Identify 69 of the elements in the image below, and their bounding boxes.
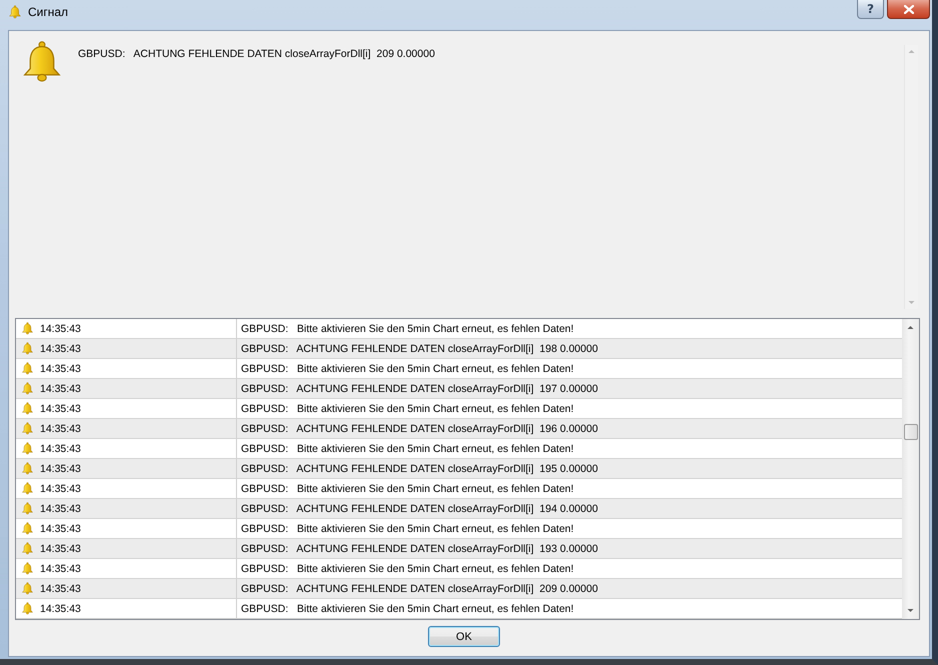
scrollbar-thumb[interactable] <box>904 424 918 440</box>
log-row[interactable]: 14:35:43 GBPUSD: ACHTUNG FEHLENDE DATEN closeArrayForDll[i] 195 0.00000 <box>16 459 902 479</box>
bell-icon <box>21 342 34 355</box>
log-row[interactable]: 14:35:43 GBPUSD: Bitte aktivieren Sie den 5min Chart erneut, es fehlen Daten! <box>16 439 902 459</box>
bell-icon <box>21 362 34 375</box>
log-message: GBPUSD: Bitte aktivieren Sie den 5min Chart erneut, es fehlen Daten! <box>240 602 575 616</box>
bell-icon <box>21 402 34 415</box>
log-row[interactable]: 14:35:43 GBPUSD: Bitte aktivieren Sie den 5min Chart erneut, es fehlen Daten! <box>16 519 902 539</box>
log-message: GBPUSD: Bitte aktivieren Sie den 5min Chart erneut, es fehlen Daten! <box>240 482 575 496</box>
log-message: GBPUSD: ACHTUNG FEHLENDE DATEN closeArrayForDll[i] 209 0.00000 <box>240 582 599 596</box>
window-title: Сигнал <box>28 5 68 19</box>
log-time: 14:35:43 <box>40 402 81 416</box>
log-time: 14:35:43 <box>40 602 81 616</box>
log-row[interactable]: 14:35:43 GBPUSD: Bitte aktivieren Sie den 5min Chart erneut, es fehlen Daten! <box>16 599 902 619</box>
log-message: GBPUSD: ACHTUNG FEHLENDE DATEN closeArrayForDll[i] 195 0.00000 <box>240 462 599 476</box>
bell-icon <box>21 522 34 535</box>
log-row[interactable]: 14:35:43 GBPUSD: ACHTUNG FEHLENDE DATEN closeArrayForDll[i] 198 0.00000 <box>16 339 902 359</box>
help-button[interactable]: ? <box>857 0 884 19</box>
log-time: 14:35:43 <box>40 502 81 516</box>
log-message: GBPUSD: Bitte aktivieren Sie den 5min Chart erneut, es fehlen Daten! <box>240 362 575 376</box>
log-message: GBPUSD: Bitte aktivieren Sie den 5min Chart erneut, es fehlen Daten! <box>240 562 575 576</box>
close-button[interactable] <box>887 0 930 19</box>
bell-icon <box>21 502 34 515</box>
log-row[interactable]: 14:35:43 GBPUSD: Bitte aktivieren Sie den 5min Chart erneut, es fehlen Daten! <box>16 479 902 499</box>
log-time: 14:35:43 <box>40 522 81 536</box>
bell-icon <box>21 582 34 595</box>
log-time: 14:35:43 <box>40 342 81 356</box>
close-icon <box>904 4 914 14</box>
log-message: GBPUSD: ACHTUNG FEHLENDE DATEN closeArrayForDll[i] 198 0.00000 <box>240 342 599 356</box>
log-row[interactable]: 14:35:43 GBPUSD: ACHTUNG FEHLENDE DATEN closeArrayForDll[i] 194 0.00000 <box>16 499 902 519</box>
bell-icon <box>21 422 34 435</box>
log-message: GBPUSD: ACHTUNG FEHLENDE DATEN closeArrayForDll[i] 194 0.00000 <box>240 502 599 516</box>
log-message: GBPUSD: Bitte aktivieren Sie den 5min Chart erneut, es fehlen Daten! <box>240 522 575 536</box>
log-row[interactable]: 14:35:43 GBPUSD: ACHTUNG FEHLENDE DATEN closeArrayForDll[i] 196 0.00000 <box>16 419 902 439</box>
log-message: GBPUSD: ACHTUNG FEHLENDE DATEN closeArrayForDll[i] 197 0.00000 <box>240 382 599 396</box>
ok-button[interactable]: OK <box>428 626 500 647</box>
bell-icon <box>21 382 34 395</box>
log-time: 14:35:43 <box>40 422 81 436</box>
log-time: 14:35:43 <box>40 382 81 396</box>
bell-icon <box>21 542 34 555</box>
log-message: GBPUSD: Bitte aktivieren Sie den 5min Chart erneut, es fehlen Daten! <box>240 442 575 456</box>
log-row[interactable]: 14:35:43 GBPUSD: ACHTUNG FEHLENDE DATEN closeArrayForDll[i] 193 0.00000 <box>16 539 902 559</box>
log-row[interactable]: 14:35:43 GBPUSD: Bitte aktivieren Sie den 5min Chart erneut, es fehlen Daten! <box>16 319 902 339</box>
bell-icon <box>21 442 34 455</box>
log-time: 14:35:43 <box>40 462 81 476</box>
log-time: 14:35:43 <box>40 322 81 336</box>
bell-icon <box>8 5 22 19</box>
log-time: 14:35:43 <box>40 542 81 556</box>
log-message: GBPUSD: ACHTUNG FEHLENDE DATEN closeArrayForDll[i] 196 0.00000 <box>240 422 599 436</box>
log-time: 14:35:43 <box>40 362 81 376</box>
log-row[interactable]: 14:35:43 GBPUSD: Bitte aktivieren Sie den 5min Chart erneut, es fehlen Daten! <box>16 359 902 379</box>
log-time: 14:35:43 <box>40 442 81 456</box>
bell-icon <box>21 602 34 615</box>
log-message: GBPUSD: Bitte aktivieren Sie den 5min Chart erneut, es fehlen Daten! <box>240 402 575 416</box>
bell-icon <box>21 562 34 575</box>
log-message: GBPUSD: ACHTUNG FEHLENDE DATEN closeArrayForDll[i] 193 0.00000 <box>240 542 599 556</box>
log-row[interactable]: 14:35:43 GBPUSD: Bitte aktivieren Sie den 5min Chart erneut, es fehlen Daten! <box>16 399 902 419</box>
log-time: 14:35:43 <box>40 562 81 576</box>
alert-message: GBPUSD: ACHTUNG FEHLENDE DATEN closeArrayForDll[i] 209 0.00000 <box>78 47 436 61</box>
bell-icon <box>21 482 34 495</box>
log-row[interactable]: 14:35:43 GBPUSD: ACHTUNG FEHLENDE DATEN closeArrayForDll[i] 209 0.00000 <box>16 579 902 599</box>
log-message: GBPUSD: Bitte aktivieren Sie den 5min Chart erneut, es fehlen Daten! <box>240 322 575 336</box>
log-time: 14:35:43 <box>40 582 81 596</box>
scrollbar[interactable] <box>902 319 919 619</box>
bell-icon <box>21 322 34 335</box>
log-row[interactable]: 14:35:43 GBPUSD: Bitte aktivieren Sie den 5min Chart erneut, es fehlen Daten! <box>16 559 902 579</box>
log-row[interactable]: 14:35:43 GBPUSD: ACHTUNG FEHLENDE DATEN closeArrayForDll[i] 197 0.00000 <box>16 379 902 399</box>
log-time: 14:35:43 <box>40 482 81 496</box>
bell-icon <box>21 462 34 475</box>
